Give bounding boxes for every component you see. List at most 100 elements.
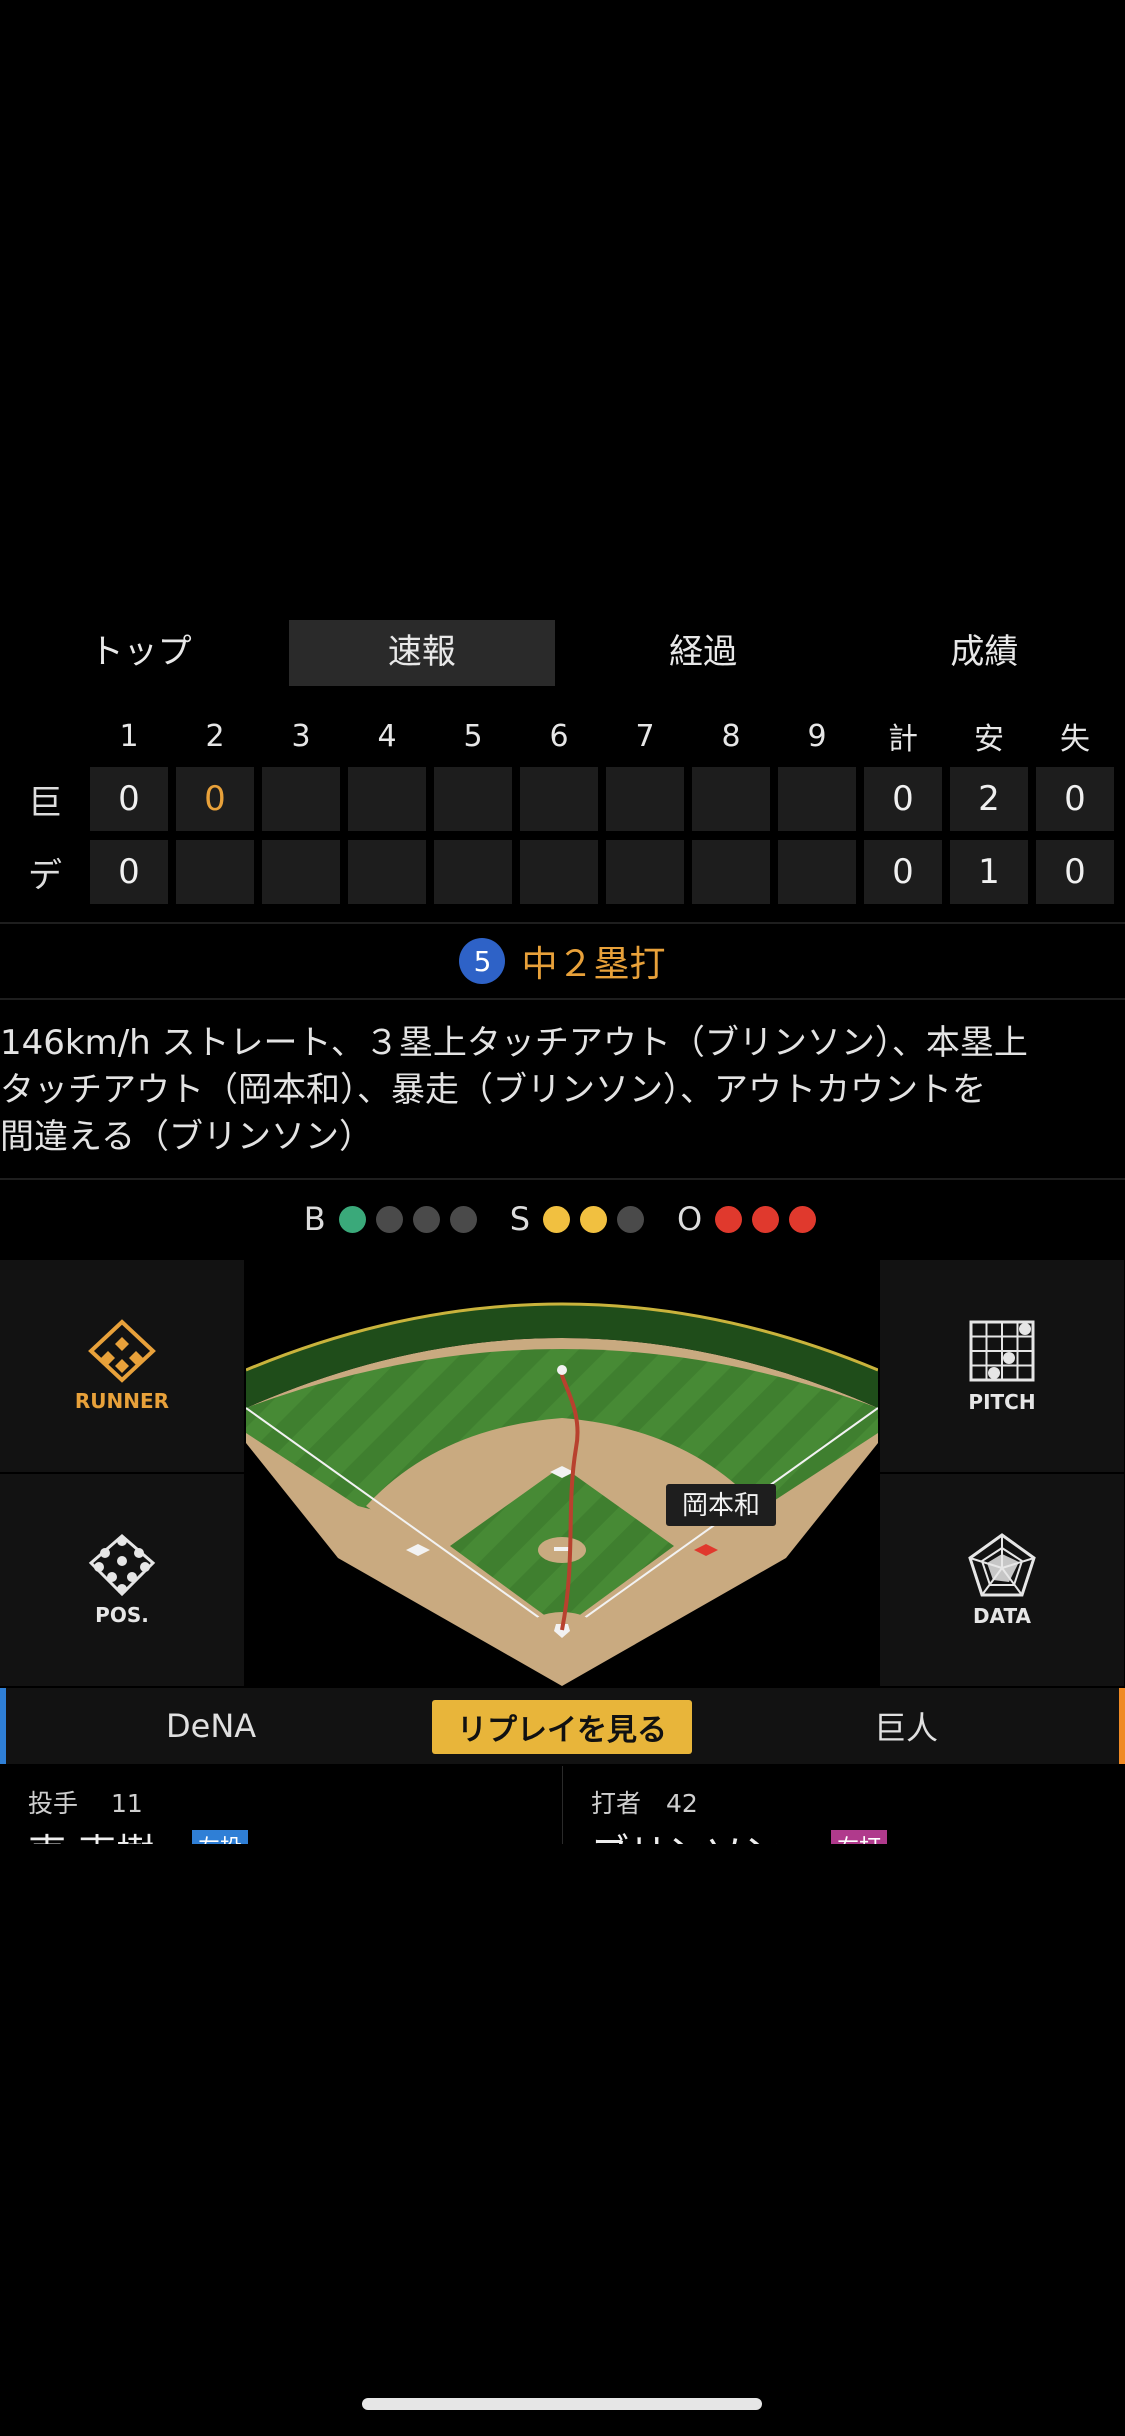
matchup-panel: 投手 11 東 克樹 左投 打者 42 ブリンソン 右打 xyxy=(0,1766,1125,1844)
pitcher-role: 投手 11 xyxy=(28,1789,143,1818)
ball-dot xyxy=(449,1205,477,1233)
batter-name: ブリンソン xyxy=(591,1822,781,1844)
score-cell xyxy=(348,840,426,904)
play-title: 5 中２塁打 xyxy=(0,934,1125,988)
total-runs-cell: 0 xyxy=(864,767,942,831)
play-description: 146km/h ストレート、３塁上タッチアウト（ブリンソン）、本塁上 タッチアウ… xyxy=(0,1023,1028,1157)
team-name: 巨 xyxy=(28,782,62,823)
strike-dot xyxy=(580,1205,608,1233)
ball-dot xyxy=(338,1205,366,1233)
home-team-color-bar xyxy=(0,1688,6,1764)
home-team-label[interactable]: DeNA xyxy=(166,1707,256,1745)
tab-top[interactable]: トップ xyxy=(0,612,281,684)
replay-bar: DeNA リプレイを見る 巨人 xyxy=(0,1688,1125,1764)
inning-header: 6 xyxy=(549,718,569,754)
runner-name-tag: 岡本和 xyxy=(682,1491,760,1521)
total-runs-header: 計 xyxy=(888,722,918,757)
batter-role: 打者 42 xyxy=(591,1789,698,1818)
score-cell xyxy=(520,840,598,904)
inning-header: 1 xyxy=(119,718,139,754)
pos-label: POS. xyxy=(95,1603,149,1627)
inning-header: 9 xyxy=(807,718,827,754)
score-cell-current: 0 xyxy=(176,767,254,831)
score-cell xyxy=(262,840,340,904)
runner-label: RUNNER xyxy=(74,1389,170,1413)
inning-header: 3 xyxy=(291,718,311,754)
score-cell xyxy=(176,840,254,904)
divider xyxy=(0,1178,1125,1180)
divider xyxy=(0,922,1125,924)
tab-stats[interactable]: 成績 xyxy=(844,612,1125,684)
score-cell xyxy=(348,767,426,831)
hits-cell: 2 xyxy=(950,767,1028,831)
score-cell: 0 xyxy=(90,840,168,904)
tab-bar: トップ 速報 経過 成績 xyxy=(0,612,1125,686)
positions-icon xyxy=(88,1534,156,1597)
away-team-label[interactable]: 巨人 xyxy=(874,1703,938,1749)
hits-cell: 1 xyxy=(950,840,1028,904)
home-indicator[interactable] xyxy=(362,2398,762,2410)
inning-header: 7 xyxy=(635,718,655,754)
batter-card[interactable]: 打者 42 ブリンソン 右打 xyxy=(563,1766,1125,1844)
team-name: デ xyxy=(28,855,62,896)
baseball-field: 岡本和 xyxy=(246,1258,878,1686)
pos-button[interactable]: POS. xyxy=(0,1474,244,1686)
balls-label: B xyxy=(303,1200,326,1238)
ball-dot xyxy=(412,1205,440,1233)
tab-progress[interactable]: 経過 xyxy=(563,612,844,684)
pitcher-name: 東 克樹 xyxy=(28,1822,154,1844)
inning-header: 5 xyxy=(463,718,483,754)
strike-dot xyxy=(617,1205,645,1233)
score-cell: 0 xyxy=(90,767,168,831)
play-number-badge: 5 xyxy=(459,938,506,984)
replay-button[interactable]: リプレイを見る xyxy=(432,1700,692,1754)
score-cell xyxy=(606,840,684,904)
hits-header: 安 xyxy=(974,722,1004,757)
tab-top-label: トップ xyxy=(89,631,192,672)
pitch-grid-icon xyxy=(969,1320,1035,1382)
batter-hand-tag: 右打 xyxy=(831,1830,888,1844)
score-cell xyxy=(262,767,340,831)
strikes-label: S xyxy=(509,1200,531,1238)
score-cell xyxy=(778,840,856,904)
score-cell xyxy=(520,767,598,831)
tab-stats-label: 成績 xyxy=(950,631,1019,672)
errors-header: 失 xyxy=(1060,722,1090,757)
runner-icon xyxy=(88,1319,156,1383)
ball-dot xyxy=(375,1205,403,1233)
away-team-color-bar xyxy=(1119,1688,1125,1764)
score-cell xyxy=(606,767,684,831)
strike-dot xyxy=(543,1205,571,1233)
score-cell xyxy=(434,767,512,831)
pitcher-card[interactable]: 投手 11 東 克樹 左投 xyxy=(0,1766,562,1844)
scoreboard: 1 2 3 4 5 6 7 8 9 計 安 失 巨 0 0 0 2 0 デ 0 xyxy=(0,712,1125,906)
tab-live-label: 速報 xyxy=(387,631,456,672)
out-dot xyxy=(752,1205,780,1233)
pitch-label: PITCH xyxy=(968,1390,1036,1414)
runner-button[interactable]: RUNNER xyxy=(0,1260,244,1472)
inning-header: 2 xyxy=(205,718,225,754)
pitcher-hand-tag: 左投 xyxy=(192,1830,249,1844)
pitch-button[interactable]: PITCH xyxy=(880,1260,1124,1472)
scoreboard-header: 1 2 3 4 5 6 7 8 9 計 安 失 xyxy=(0,712,1125,760)
errors-cell: 0 xyxy=(1036,767,1114,831)
score-cell xyxy=(692,767,770,831)
radar-chart-icon xyxy=(968,1533,1036,1597)
scoreboard-row-away: 巨 0 0 0 2 0 xyxy=(0,765,1125,833)
score-cell xyxy=(692,840,770,904)
inning-header: 8 xyxy=(721,718,741,754)
field-panel: RUNNER POS. PITCH DATA 岡本和 xyxy=(0,1258,1125,1686)
score-cell xyxy=(434,840,512,904)
score-cell xyxy=(778,767,856,831)
tab-progress-label: 経過 xyxy=(669,631,738,672)
play-result: 中２塁打 xyxy=(521,944,666,985)
scoreboard-row-home: デ 0 0 1 0 xyxy=(0,838,1125,906)
data-label: DATA xyxy=(972,1604,1032,1628)
tab-live[interactable]: 速報 xyxy=(281,612,562,686)
data-button[interactable]: DATA xyxy=(880,1474,1124,1686)
errors-cell: 0 xyxy=(1036,840,1114,904)
divider xyxy=(0,998,1125,1000)
out-dot xyxy=(789,1205,817,1233)
total-runs-cell: 0 xyxy=(864,840,942,904)
out-dot xyxy=(715,1205,743,1233)
